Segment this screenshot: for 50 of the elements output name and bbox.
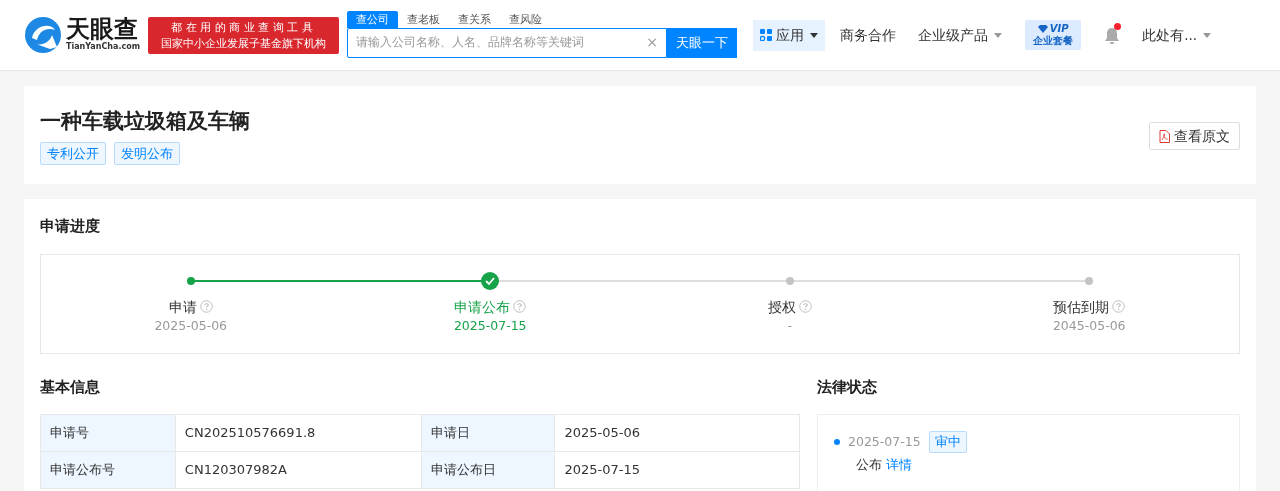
field-value: 2025-07-15 (554, 451, 800, 489)
logo-domain: TianYanCha.com (66, 42, 141, 53)
nav-dropdown[interactable]: 此处有... (1135, 19, 1218, 51)
help-icon (513, 300, 527, 314)
help-icon (1112, 300, 1126, 314)
field-label: 申请日 (421, 414, 555, 452)
step-label: 授权 (767, 297, 796, 317)
search-button[interactable]: 天眼一下 (667, 27, 738, 58)
status-tag: 审中 (928, 431, 967, 453)
nav-link[interactable]: 商务合作 (833, 19, 904, 51)
section-title: 基本信息 (40, 376, 101, 398)
step-date: 2045-05-06 (1052, 316, 1126, 335)
vip-badge[interactable]: VIP 企业套餐 (1025, 20, 1082, 50)
step-date: 2025-07-15 (453, 316, 527, 335)
search-tab[interactable]: 查风险 (500, 10, 552, 28)
view-original-button[interactable]: 查看原文 (1149, 122, 1240, 151)
pdf-icon (1159, 129, 1170, 143)
diamond-icon (1037, 25, 1048, 33)
field-value: CN202510576691.8 (175, 414, 422, 452)
logo-text: 天眼查 (66, 17, 138, 41)
step-label: 申请公布 (454, 297, 511, 317)
step-date: - (787, 316, 792, 335)
timeline-dot (834, 439, 840, 445)
event-date: 2025-07-15 (848, 432, 921, 451)
logo-icon (24, 16, 62, 54)
apps-menu[interactable]: 应用 (753, 19, 826, 51)
section-title: 法律状态 (817, 376, 878, 398)
nav-dropdown[interactable]: 企业级产品 (911, 19, 1010, 51)
search-tab[interactable]: 查关系 (449, 10, 501, 28)
details-link[interactable]: 详情 (886, 455, 912, 475)
help-icon (798, 300, 812, 314)
slogan-banner: 都在用的商业查询工具 国家中小企业发展子基金旗下机构 (148, 16, 340, 54)
patent-title: 一种车载垃圾箱及车辆 (40, 108, 250, 135)
field-label: 申请公布号 (40, 451, 176, 489)
step-label: 预估到期 (1053, 297, 1110, 317)
bell-icon (1104, 26, 1121, 45)
field-label: 申请号 (40, 414, 176, 452)
help-icon (199, 300, 213, 314)
event-text: 公布 (856, 456, 882, 474)
grid-icon (760, 29, 773, 41)
field-value: 2025-05-06 (554, 414, 800, 452)
status-tag: 发明公布 (114, 141, 180, 165)
step-date: 2025-05-06 (154, 316, 228, 335)
search-tab[interactable]: 查老板 (398, 10, 450, 28)
section-title: 申请进度 (40, 216, 101, 237)
field-value: CN120307982A (175, 451, 422, 489)
step-label: 申请 (168, 297, 197, 317)
status-tag: 专利公开 (40, 141, 106, 165)
search-tab[interactable]: 查公司 (347, 10, 399, 28)
field-label: 申请公布日 (421, 451, 555, 489)
